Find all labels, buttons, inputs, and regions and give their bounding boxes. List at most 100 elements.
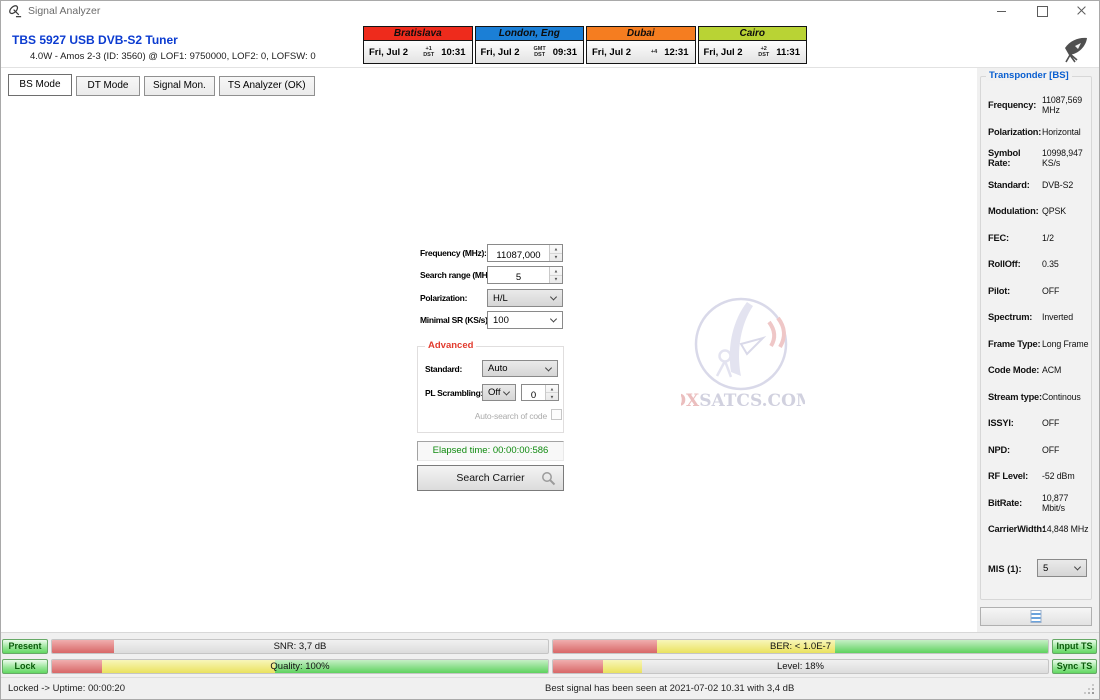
standard-label: Standard: bbox=[425, 364, 462, 374]
transponder-row: Code Mode:ACM bbox=[988, 357, 1089, 384]
frequency-label: Frequency (MHz): bbox=[420, 248, 487, 258]
search-range-label: Search range (MHz): bbox=[420, 270, 496, 280]
resize-grip-icon[interactable] bbox=[1084, 684, 1096, 696]
chevron-down-icon bbox=[503, 388, 510, 395]
window-title: Signal Analyzer bbox=[28, 5, 100, 17]
spin-up-icon[interactable] bbox=[546, 385, 558, 393]
clock-timezone: +2DST bbox=[758, 46, 769, 58]
spinner-arrows[interactable] bbox=[549, 267, 562, 283]
pl-scrambling-dropdown[interactable]: Off bbox=[482, 384, 516, 401]
mode-tabs: BS Mode DT Mode Signal Mon. TS Analyzer … bbox=[8, 74, 315, 96]
app-satellite-icon bbox=[8, 4, 23, 19]
ber-value: BER: < 1.0E-7 bbox=[553, 640, 1048, 653]
transponder-row: Symbol Rate:10998,947 KS/s bbox=[988, 145, 1089, 172]
mis-label: MIS (1): bbox=[988, 564, 1022, 574]
elapsed-time-panel: Elapsed time: 00:00:00:586 bbox=[417, 441, 564, 461]
clock-timezone: +4 bbox=[651, 49, 657, 55]
clock-time: 09:31 bbox=[553, 47, 577, 58]
satellite-dish-icon bbox=[1058, 36, 1092, 63]
world-clocks: Bratislava Fri, Jul 2 +1DST 10:31 London… bbox=[363, 26, 807, 64]
frequency-spinner[interactable] bbox=[487, 244, 563, 262]
transponder-row: RollOff:0.35 bbox=[988, 251, 1089, 278]
transponder-row: Standard:DVB-S2 bbox=[988, 172, 1089, 199]
transponder-panel: Transponder [BS] Frequency:11087,569 MHz… bbox=[980, 76, 1092, 600]
present-indicator[interactable]: Present bbox=[2, 639, 48, 654]
minimize-icon[interactable] bbox=[994, 3, 1010, 19]
title-bar: Signal Analyzer bbox=[0, 0, 1100, 22]
search-carrier-button[interactable]: Search Carrier bbox=[417, 465, 564, 491]
minimal-sr-value: 100 bbox=[493, 315, 509, 326]
ber-progress-bar: BER: < 1.0E-7 bbox=[552, 639, 1049, 654]
mis-dropdown[interactable]: 5 bbox=[1037, 559, 1087, 577]
best-signal-status: Best signal has been seen at 2021-07-02 … bbox=[545, 683, 794, 694]
lnb-info: 4.0W - Amos 2-3 (ID: 3560) @ LOF1: 97500… bbox=[30, 51, 316, 62]
transponder-row: ISSYI:OFF bbox=[988, 410, 1089, 437]
standard-dropdown[interactable]: Auto bbox=[482, 360, 558, 377]
chevron-down-icon bbox=[550, 293, 557, 300]
spin-down-icon[interactable] bbox=[550, 276, 562, 284]
pl-code-spinner[interactable] bbox=[521, 384, 559, 401]
transponder-panel-title: Transponder [BS] bbox=[986, 70, 1072, 81]
spin-up-icon[interactable] bbox=[550, 245, 562, 254]
spin-up-icon[interactable] bbox=[550, 267, 562, 276]
auto-search-label: Auto-search of code bbox=[445, 411, 547, 421]
clock-date: Fri, Jul 2 bbox=[704, 47, 743, 58]
clock-timezone: +1DST bbox=[423, 46, 434, 58]
clock-city: Dubai bbox=[587, 27, 695, 41]
dxsatcs-watermark: DXSATCS.COM bbox=[681, 294, 805, 414]
transponder-row: Frequency:11087,569 MHz bbox=[988, 92, 1089, 119]
svg-text:DXSATCS.COM: DXSATCS.COM bbox=[681, 391, 805, 411]
transponder-rows: Frequency:11087,569 MHz Polarization:Hor… bbox=[988, 92, 1089, 543]
input-ts-indicator[interactable]: Input TS bbox=[1052, 639, 1097, 654]
minimal-sr-dropdown[interactable]: 100 bbox=[487, 311, 563, 329]
pl-scrambling-label: PL Scrambling: bbox=[425, 388, 483, 398]
magnifier-icon bbox=[541, 471, 556, 486]
spin-down-icon[interactable] bbox=[550, 254, 562, 262]
close-icon[interactable] bbox=[1074, 3, 1090, 19]
transponder-row: FEC:1/2 bbox=[988, 225, 1089, 252]
transponder-row: RF Level:-52 dBm bbox=[988, 463, 1089, 490]
clock-time: 10:31 bbox=[441, 47, 465, 58]
transponder-row: Stream type:Continous bbox=[988, 384, 1089, 411]
spin-down-icon[interactable] bbox=[546, 393, 558, 400]
chevron-down-icon bbox=[545, 364, 552, 371]
tab-signal-mon[interactable]: Signal Mon. bbox=[144, 76, 215, 96]
clock-dubai: Dubai Fri, Jul 2 +4 12:31 bbox=[586, 26, 696, 64]
sync-ts-indicator[interactable]: Sync TS bbox=[1052, 659, 1097, 674]
window-controls bbox=[994, 0, 1090, 22]
clock-time: 12:31 bbox=[664, 47, 688, 58]
clock-cairo: Cairo Fri, Jul 2 +2DST 11:31 bbox=[698, 26, 808, 64]
chevron-down-icon bbox=[550, 315, 557, 322]
snr-value: SNR: 3,7 dB bbox=[52, 640, 548, 653]
lock-indicator[interactable]: Lock bbox=[2, 659, 48, 674]
clock-date: Fri, Jul 2 bbox=[481, 47, 520, 58]
quality-value: Quality: 100% bbox=[52, 660, 548, 673]
clock-date: Fri, Jul 2 bbox=[369, 47, 408, 58]
level-progress-bar: Level: 18% bbox=[552, 659, 1049, 674]
spinner-arrows[interactable] bbox=[545, 385, 558, 400]
polarization-label: Polarization: bbox=[420, 293, 467, 303]
clock-time: 11:31 bbox=[776, 47, 800, 58]
level-value: Level: 18% bbox=[553, 660, 1048, 673]
auto-search-checkbox[interactable] bbox=[551, 409, 562, 420]
mis-value: 5 bbox=[1043, 563, 1048, 574]
clock-timezone: GMTDST bbox=[533, 46, 545, 58]
search-carrier-label: Search Carrier bbox=[456, 472, 524, 484]
transponder-row: NPD:OFF bbox=[988, 437, 1089, 464]
transponder-row: CarrierWidth:14,848 MHz bbox=[988, 516, 1089, 543]
tab-bs-mode[interactable]: BS Mode bbox=[8, 74, 72, 96]
spinner-arrows[interactable] bbox=[549, 245, 562, 261]
tab-dt-mode[interactable]: DT Mode bbox=[76, 76, 140, 96]
minimal-sr-label: Minimal SR (KS/s): bbox=[420, 315, 490, 325]
tab-ts-analyzer[interactable]: TS Analyzer (OK) bbox=[219, 76, 315, 96]
advanced-group-title: Advanced bbox=[425, 340, 476, 351]
maximize-icon[interactable] bbox=[1034, 3, 1050, 19]
striped-list-icon bbox=[1031, 610, 1042, 623]
transponder-list-button[interactable] bbox=[980, 607, 1092, 626]
clock-date: Fri, Jul 2 bbox=[592, 47, 631, 58]
polarization-value: H/L bbox=[493, 293, 508, 304]
status-bar: Locked -> Uptime: 00:00:20 Best signal h… bbox=[0, 677, 1100, 700]
search-range-spinner[interactable] bbox=[487, 266, 563, 284]
polarization-dropdown[interactable]: H/L bbox=[487, 289, 563, 307]
clock-city: London, Eng bbox=[476, 27, 584, 41]
